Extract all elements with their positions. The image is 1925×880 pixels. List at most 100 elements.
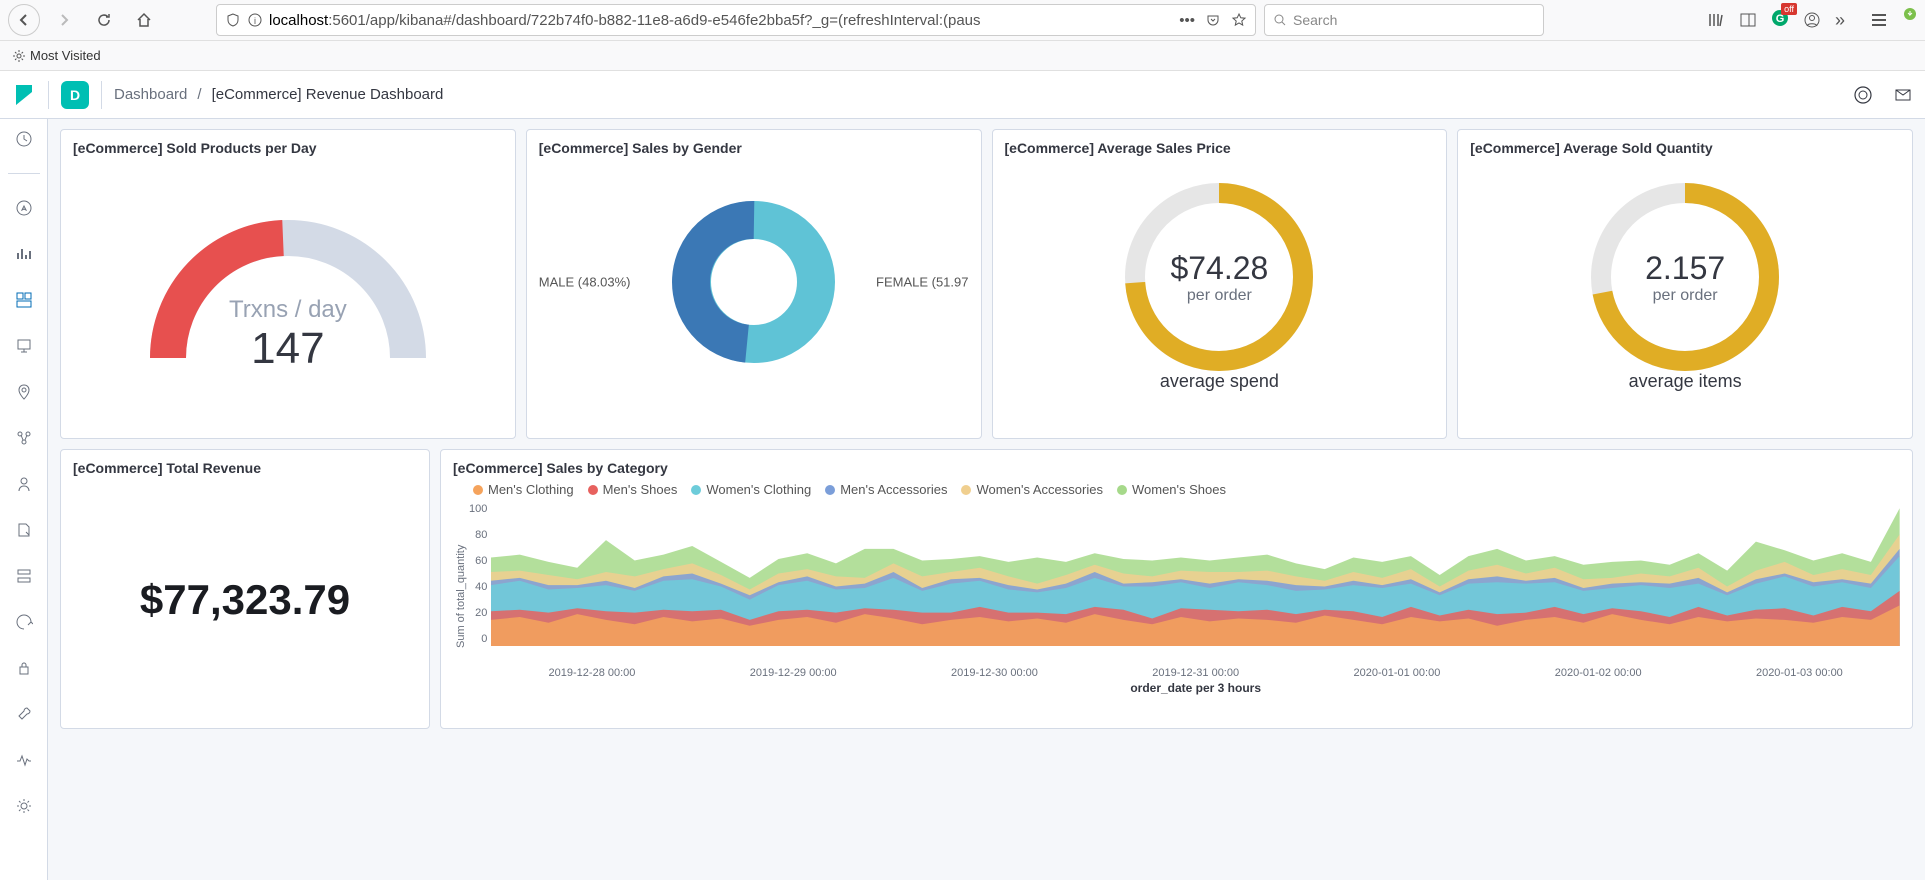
donut-chart: MALE (48.03%) FEMALE (51.97 xyxy=(539,162,969,402)
svg-text:G: G xyxy=(1776,13,1785,25)
sidenav-monitoring[interactable] xyxy=(12,748,36,772)
overflow-icon[interactable]: » xyxy=(1835,10,1845,31)
kibana-logo-icon[interactable] xyxy=(12,83,36,107)
legend-item[interactable]: Men's Accessories xyxy=(825,482,947,497)
goal-chart: $74.28 per order average spend xyxy=(1005,162,1435,392)
sidenav-management[interactable] xyxy=(12,794,36,818)
reload-button[interactable] xyxy=(88,4,120,36)
legend-swatch xyxy=(691,485,701,495)
home-button[interactable] xyxy=(128,4,160,36)
back-button[interactable] xyxy=(8,4,40,36)
gear-icon xyxy=(12,49,26,63)
legend-swatch xyxy=(588,485,598,495)
legend-label: Men's Accessories xyxy=(840,482,947,497)
bookmark-most-visited[interactable]: Most Visited xyxy=(30,48,101,63)
legend-item[interactable]: Women's Accessories xyxy=(961,482,1103,497)
browser-toolbar: i localhost:5601/app/kibana#/dashboard/7… xyxy=(0,0,1925,41)
legend-item[interactable]: Men's Clothing xyxy=(473,482,574,497)
panel-title: [eCommerce] Average Sales Price xyxy=(1005,140,1435,156)
donut-label-male: MALE (48.03%) xyxy=(539,275,631,290)
area-svg xyxy=(491,501,1900,646)
more-icon[interactable]: ••• xyxy=(1179,12,1195,29)
panel-title: [eCommerce] Total Revenue xyxy=(73,460,417,476)
sidenav-maps[interactable] xyxy=(12,380,36,404)
sidenav-discover[interactable] xyxy=(12,196,36,220)
shield-icon xyxy=(225,12,241,28)
sidebar-icon[interactable] xyxy=(1739,11,1757,29)
y-ticks: 100806040200 xyxy=(469,501,491,669)
browser-search[interactable]: Search xyxy=(1264,4,1544,36)
panel-avg-sold-qty[interactable]: [eCommerce] Average Sold Quantity 2.157 … xyxy=(1457,129,1913,439)
goal-footer: average spend xyxy=(1005,371,1435,392)
news-icon[interactable] xyxy=(1853,85,1873,105)
donut-label-female: FEMALE (51.97 xyxy=(876,275,969,290)
legend-label: Women's Shoes xyxy=(1132,482,1226,497)
legend-swatch xyxy=(961,485,971,495)
legend-item[interactable]: Women's Shoes xyxy=(1117,482,1226,497)
forward-button[interactable] xyxy=(48,4,80,36)
search-icon xyxy=(1273,13,1287,27)
breadcrumb-current: [eCommerce] Revenue Dashboard xyxy=(212,86,444,103)
sidenav-visualize[interactable] xyxy=(12,242,36,266)
kibana-sidenav xyxy=(0,119,48,880)
legend-item[interactable]: Women's Clothing xyxy=(691,482,811,497)
url-bar[interactable]: i localhost:5601/app/kibana#/dashboard/7… xyxy=(216,4,1256,36)
sidenav-dashboard[interactable] xyxy=(12,288,36,312)
info-icon: i xyxy=(247,12,263,28)
pocket-icon[interactable] xyxy=(1205,12,1221,28)
legend-label: Men's Shoes xyxy=(603,482,678,497)
sidenav-uptime[interactable] xyxy=(12,610,36,634)
legend-label: Women's Accessories xyxy=(976,482,1103,497)
goal-sub: per order xyxy=(1645,287,1725,305)
legend-item[interactable]: Men's Shoes xyxy=(588,482,678,497)
x-ticks: 2019-12-28 00:002019-12-29 00:002019-12-… xyxy=(491,667,1900,679)
menu-icon[interactable] xyxy=(1869,10,1889,30)
panel-sales-by-category[interactable]: [eCommerce] Sales by Category Men's Clot… xyxy=(440,449,1913,729)
chart-legend: Men's Clothing Men's Shoes Women's Clothin… xyxy=(473,482,1900,497)
panel-sold-per-day[interactable]: [eCommerce] Sold Products per Day Trxns … xyxy=(60,129,516,439)
goal-value: 2.157 xyxy=(1645,250,1725,287)
panel-total-revenue[interactable]: [eCommerce] Total Revenue $77,323.79 xyxy=(60,449,430,729)
sidenav-ml[interactable] xyxy=(12,426,36,450)
panel-sales-by-gender[interactable]: [eCommerce] Sales by Gender MALE (48.03%… xyxy=(526,129,982,439)
sidenav-recent[interactable] xyxy=(12,127,36,151)
panel-title: [eCommerce] Sales by Gender xyxy=(539,140,969,156)
library-icon[interactable] xyxy=(1707,11,1725,29)
sidenav-apm[interactable] xyxy=(12,564,36,588)
legend-swatch xyxy=(473,485,483,495)
goal-sub: per order xyxy=(1170,287,1268,305)
panel-title: [eCommerce] Sold Products per Day xyxy=(73,140,503,156)
kibana-header: D Dashboard / [eCommerce] Revenue Dashbo… xyxy=(0,71,1925,119)
y-axis-label: Sum of total_quantity xyxy=(453,501,469,691)
metric-value: $77,323.79 xyxy=(73,576,417,624)
home-icon xyxy=(135,11,153,29)
sidenav-devtools[interactable] xyxy=(12,702,36,726)
goal-chart: 2.157 per order average items xyxy=(1470,162,1900,392)
mail-icon[interactable] xyxy=(1893,85,1913,105)
download-status-icon[interactable] xyxy=(1903,7,1917,21)
sidenav-siem[interactable] xyxy=(12,656,36,680)
sidenav-logs[interactable] xyxy=(12,518,36,542)
legend-swatch xyxy=(1117,485,1127,495)
sidenav-canvas[interactable] xyxy=(12,334,36,358)
sidenav-metrics[interactable] xyxy=(12,472,36,496)
gauge-value: 147 xyxy=(229,324,347,374)
svg-text:i: i xyxy=(254,16,256,26)
legend-swatch xyxy=(825,485,835,495)
dashboard-grid: [eCommerce] Sold Products per Day Trxns … xyxy=(48,119,1925,880)
legend-label: Women's Clothing xyxy=(706,482,811,497)
panel-avg-sales-price[interactable]: [eCommerce] Average Sales Price $74.28 p… xyxy=(992,129,1448,439)
area-chart: Sum of total_quantity 100806040200 2019-… xyxy=(453,501,1900,691)
extension-icon[interactable]: G xyxy=(1771,9,1789,32)
space-selector[interactable]: D xyxy=(61,81,89,109)
star-icon[interactable] xyxy=(1231,12,1247,28)
bookmark-bar: Most Visited xyxy=(0,41,1925,71)
reload-icon xyxy=(96,12,112,28)
arrow-right-icon xyxy=(56,12,72,28)
panel-title: [eCommerce] Sales by Category xyxy=(453,460,1900,476)
breadcrumb-dashboard[interactable]: Dashboard xyxy=(114,86,187,103)
url-text: localhost:5601/app/kibana#/dashboard/722… xyxy=(269,12,1173,29)
account-icon[interactable] xyxy=(1803,11,1821,29)
arrow-left-icon xyxy=(16,12,32,28)
goal-value: $74.28 xyxy=(1170,250,1268,287)
